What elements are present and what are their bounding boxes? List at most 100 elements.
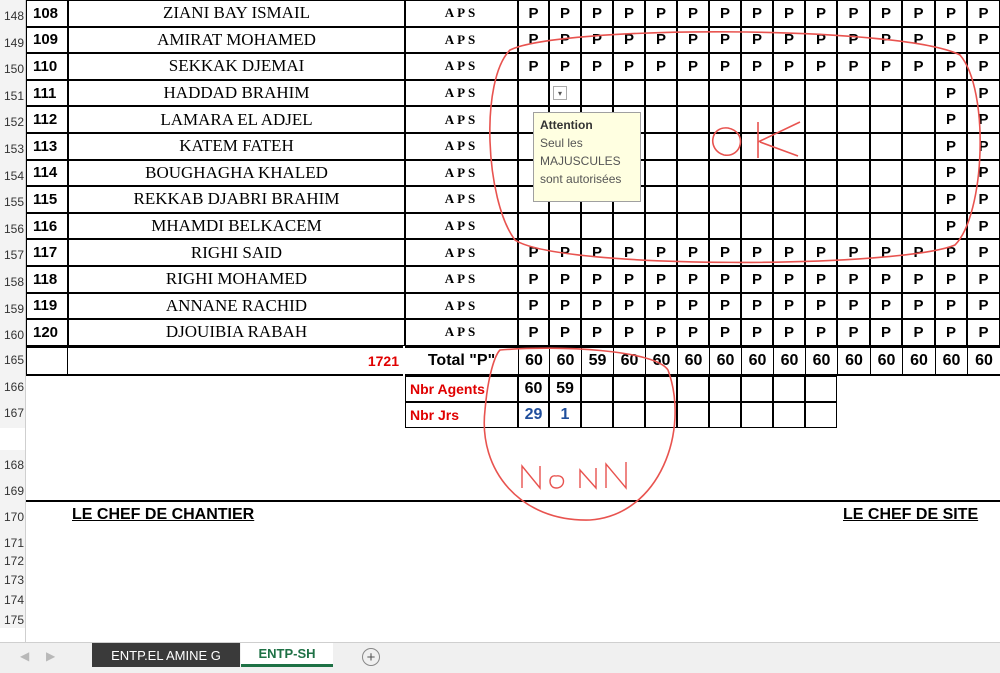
day-cell[interactable]: P: [935, 159, 967, 187]
day-cell[interactable]: P: [773, 26, 805, 54]
empty-cell[interactable]: [805, 401, 837, 428]
day-cell[interactable]: P: [967, 53, 1000, 80]
day-cell[interactable]: P: [935, 319, 967, 346]
day-cell[interactable]: P: [677, 239, 709, 266]
day-cell[interactable]: P: [518, 292, 549, 320]
agents-value[interactable]: 59: [549, 375, 581, 402]
day-cell[interactable]: [773, 159, 805, 187]
name-cell[interactable]: ANNANE RACHID: [68, 292, 405, 320]
day-cell[interactable]: P: [581, 239, 613, 266]
day-cell[interactable]: [581, 212, 613, 240]
row-header[interactable]: 155: [0, 186, 26, 213]
day-cell[interactable]: [902, 133, 935, 160]
row-header[interactable]: 165: [0, 345, 26, 376]
day-cell[interactable]: [870, 79, 902, 107]
row-header[interactable]: 151: [0, 79, 26, 107]
day-cell[interactable]: P: [645, 0, 677, 27]
day-cell[interactable]: P: [967, 159, 1000, 187]
day-cell[interactable]: [773, 186, 805, 213]
id-cell[interactable]: 115: [26, 186, 68, 213]
day-cell[interactable]: P: [773, 292, 805, 320]
row-header[interactable]: 166: [0, 375, 26, 402]
agents-value[interactable]: 60: [518, 375, 549, 402]
day-cell[interactable]: P: [935, 212, 967, 240]
day-cell[interactable]: [902, 106, 935, 133]
day-cell[interactable]: P: [741, 0, 773, 27]
day-cell[interactable]: [870, 133, 902, 160]
day-cell[interactable]: P: [549, 239, 581, 266]
row-header[interactable]: 158: [0, 266, 26, 293]
day-cell[interactable]: P: [518, 239, 549, 266]
day-cell[interactable]: [677, 186, 709, 213]
day-cell[interactable]: P: [837, 266, 870, 293]
day-cell[interactable]: P: [935, 292, 967, 320]
sheet-tab-entp-el-amine[interactable]: ENTP.EL AMINE G: [92, 643, 240, 667]
day-cell[interactable]: P: [709, 0, 741, 27]
day-cell[interactable]: [741, 186, 773, 213]
day-cell[interactable]: P: [773, 319, 805, 346]
row-header[interactable]: 152: [0, 106, 26, 133]
day-cell[interactable]: [805, 212, 837, 240]
day-cell[interactable]: P: [645, 26, 677, 54]
day-cell[interactable]: P: [518, 53, 549, 80]
day-cell[interactable]: [902, 159, 935, 187]
day-cell[interactable]: P: [709, 266, 741, 293]
day-cell[interactable]: P: [677, 319, 709, 346]
empty-cell[interactable]: [645, 375, 677, 402]
day-cell[interactable]: [870, 159, 902, 187]
day-cell[interactable]: P: [805, 292, 837, 320]
day-cell[interactable]: [837, 133, 870, 160]
day-cell[interactable]: [709, 106, 741, 133]
day-cell[interactable]: [645, 133, 677, 160]
day-cell[interactable]: P: [741, 239, 773, 266]
id-cell[interactable]: 119: [26, 292, 68, 320]
row-header[interactable]: 169: [0, 476, 26, 502]
day-cell[interactable]: P: [645, 53, 677, 80]
day-cell[interactable]: P: [837, 0, 870, 27]
day-cell[interactable]: [709, 212, 741, 240]
day-cell[interactable]: P: [837, 53, 870, 80]
day-cell[interactable]: P: [773, 53, 805, 80]
day-cell[interactable]: [805, 79, 837, 107]
day-cell[interactable]: P: [645, 292, 677, 320]
day-cell[interactable]: P: [741, 266, 773, 293]
empty-cell[interactable]: [581, 375, 613, 402]
day-cell[interactable]: P: [935, 133, 967, 160]
day-cell[interactable]: P: [518, 319, 549, 346]
empty-cell[interactable]: [709, 375, 741, 402]
day-cell[interactable]: [870, 186, 902, 213]
day-cell[interactable]: P: [709, 292, 741, 320]
day-cell[interactable]: P: [837, 319, 870, 346]
day-cell[interactable]: P: [902, 53, 935, 80]
name-cell[interactable]: LAMARA EL ADJEL: [68, 106, 405, 133]
scroll-left-icon[interactable]: ◀: [20, 649, 29, 663]
name-cell[interactable]: AMIRAT MOHAMED: [68, 26, 405, 54]
empty-cell[interactable]: [805, 375, 837, 402]
code-cell[interactable]: APS: [405, 319, 518, 346]
day-cell[interactable]: P: [935, 266, 967, 293]
day-cell[interactable]: P: [837, 26, 870, 54]
day-cell[interactable]: P: [549, 0, 581, 27]
row-header[interactable]: 170: [0, 502, 26, 532]
scroll-right-icon[interactable]: ▶: [46, 649, 55, 663]
day-cell[interactable]: [677, 133, 709, 160]
day-cell[interactable]: [645, 79, 677, 107]
row-header[interactable]: 156: [0, 212, 26, 240]
day-cell[interactable]: [645, 106, 677, 133]
day-cell[interactable]: [805, 133, 837, 160]
name-cell[interactable]: HADDAD BRAHIM: [68, 79, 405, 107]
day-cell[interactable]: P: [805, 266, 837, 293]
day-cell[interactable]: [805, 106, 837, 133]
day-cell[interactable]: [837, 159, 870, 187]
day-cell[interactable]: P: [581, 53, 613, 80]
day-cell[interactable]: [741, 106, 773, 133]
empty-cell[interactable]: [613, 375, 645, 402]
day-cell[interactable]: [709, 133, 741, 160]
total-blank-cell[interactable]: [26, 345, 68, 376]
day-cell[interactable]: P: [741, 292, 773, 320]
id-cell[interactable]: 114: [26, 159, 68, 187]
row-header[interactable]: 150: [0, 53, 26, 80]
day-cell[interactable]: [741, 159, 773, 187]
day-cell[interactable]: P: [870, 0, 902, 27]
row-header[interactable]: 168: [0, 450, 26, 476]
